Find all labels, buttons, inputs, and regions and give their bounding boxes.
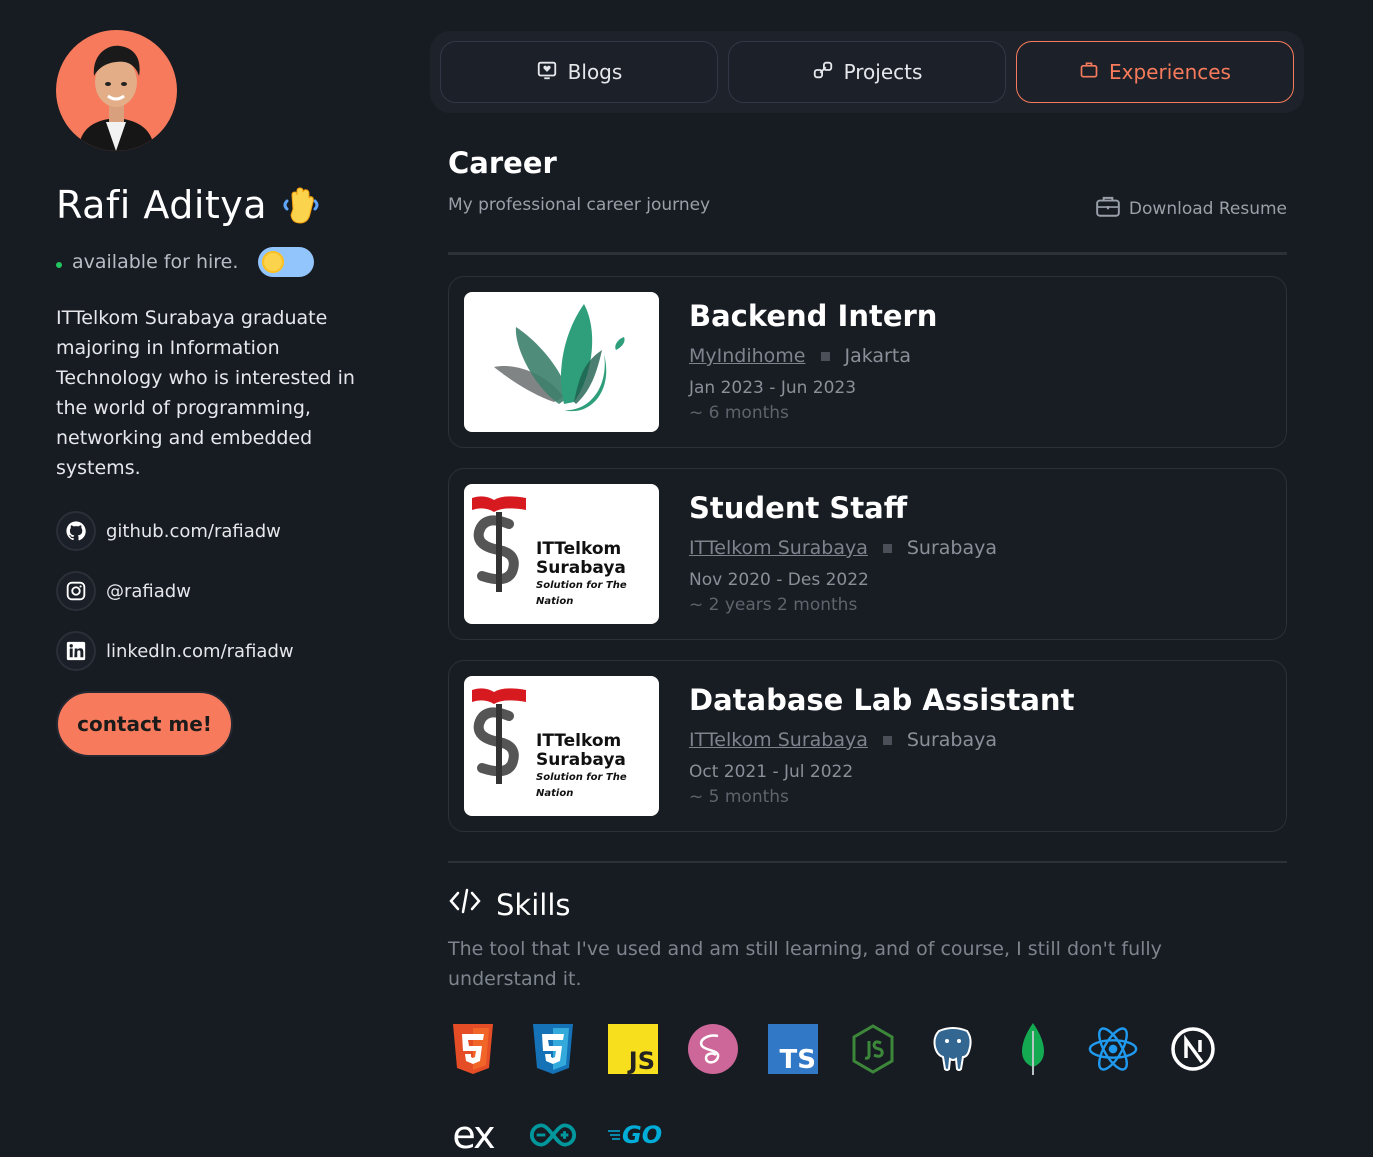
bio: ITTelkom Surabaya graduate majoring in I… bbox=[56, 307, 355, 479]
social-label: @rafiadw bbox=[106, 580, 191, 602]
postgresql-icon bbox=[928, 1024, 978, 1074]
sass-icon bbox=[688, 1024, 738, 1074]
skills-heading: Skills bbox=[448, 886, 570, 923]
contact-button[interactable]: contact me! bbox=[56, 691, 233, 757]
career-card: ITTelkom Surabaya Solution for The Natio… bbox=[448, 468, 1287, 640]
go-label: GO bbox=[622, 1121, 663, 1149]
waving-hand-icon bbox=[277, 181, 325, 229]
tab-blogs[interactable]: Blogs bbox=[440, 41, 718, 103]
career-subtitle: My professional career journey bbox=[448, 195, 711, 215]
mongodb-icon bbox=[1008, 1023, 1058, 1075]
section-tabs: Blogs Projects Experiences bbox=[430, 31, 1304, 113]
career-role: Backend Intern bbox=[689, 299, 938, 333]
briefcase-icon bbox=[1079, 60, 1099, 85]
typescript-icon: TS bbox=[768, 1024, 818, 1074]
divider bbox=[448, 252, 1287, 255]
career-dates: Nov 2020 - Des 2022 bbox=[689, 570, 869, 590]
css3-icon bbox=[528, 1024, 578, 1074]
myindihome-logo bbox=[464, 292, 659, 432]
social-link-instagram[interactable]: @rafiadw bbox=[56, 571, 376, 611]
go-icon: GO bbox=[608, 1110, 668, 1157]
availability-status: available for hire. bbox=[72, 251, 239, 273]
company-link[interactable]: ITTelkom Surabaya bbox=[689, 729, 868, 751]
nextjs-icon bbox=[1168, 1024, 1218, 1074]
tab-label: Blogs bbox=[567, 60, 623, 84]
social-links: github.com/rafiadw @rafiadw linkedIn.com… bbox=[56, 511, 376, 671]
divider bbox=[448, 861, 1287, 863]
social-label: github.com/rafiadw bbox=[106, 520, 281, 542]
social-link-github[interactable]: github.com/rafiadw bbox=[56, 511, 376, 551]
linkedin-icon bbox=[56, 631, 96, 671]
company-link[interactable]: ITTelkom Surabaya bbox=[689, 537, 868, 559]
instagram-icon bbox=[56, 571, 96, 611]
career-duration: ~ 5 months bbox=[689, 787, 789, 807]
separator bbox=[882, 543, 892, 553]
tab-projects[interactable]: Projects bbox=[728, 41, 1006, 103]
express-label: ex bbox=[452, 1113, 495, 1157]
profile-name: Rafi Aditya bbox=[56, 183, 268, 227]
avatar bbox=[56, 30, 177, 151]
download-resume-label: Download Resume bbox=[1128, 198, 1287, 219]
separator bbox=[820, 351, 830, 361]
social-label: linkedIn.com/rafiadw bbox=[106, 640, 294, 662]
career-dates: Jan 2023 - Jun 2023 bbox=[689, 378, 857, 398]
career-dates: Oct 2021 - Jul 2022 bbox=[689, 762, 854, 782]
profile-sidebar: Rafi Aditya available for hire. ITTelkom… bbox=[56, 30, 376, 757]
tab-experiences[interactable]: Experiences bbox=[1016, 41, 1294, 103]
javascript-label: JS bbox=[628, 1047, 655, 1075]
social-link-linkedin[interactable]: linkedIn.com/rafiadw bbox=[56, 631, 376, 671]
career-city: Surabaya bbox=[906, 729, 998, 751]
career-city: Surabaya bbox=[906, 537, 998, 559]
github-icon bbox=[56, 511, 96, 551]
career-title: Career bbox=[448, 146, 557, 180]
arduino-icon bbox=[528, 1110, 578, 1157]
sun-icon bbox=[262, 251, 285, 273]
javascript-icon: JS bbox=[608, 1024, 658, 1074]
logo-text: ITTelkom bbox=[536, 731, 622, 751]
link-icon bbox=[812, 59, 834, 86]
briefcase-icon bbox=[1095, 193, 1121, 224]
ittelkom-logo: ITTelkom Surabaya Solution for The Natio… bbox=[464, 676, 659, 816]
code-icon bbox=[448, 886, 482, 923]
company-link[interactable]: MyIndihome bbox=[689, 345, 806, 367]
blog-icon bbox=[536, 59, 558, 86]
career-role: Database Lab Assistant bbox=[689, 683, 1075, 717]
career-card: ITTelkom Surabaya Solution for The Natio… bbox=[448, 660, 1287, 832]
career-card: Backend Intern MyIndihome Jakarta Jan 20… bbox=[448, 276, 1287, 448]
nodejs-icon bbox=[848, 1024, 898, 1074]
career-city: Jakarta bbox=[844, 345, 911, 367]
career-duration: ~ 2 years 2 months bbox=[689, 595, 858, 615]
logo-tagline: Solution for The Nation bbox=[536, 772, 627, 799]
download-resume-link[interactable]: Download Resume bbox=[1095, 193, 1287, 224]
separator bbox=[882, 735, 892, 745]
tab-label: Experiences bbox=[1109, 60, 1231, 84]
career-duration: ~ 6 months bbox=[689, 403, 789, 423]
skills-subtitle: The tool that I've used and am still lea… bbox=[448, 938, 1162, 990]
logo-text: Surabaya bbox=[536, 750, 626, 770]
typescript-label: TS bbox=[779, 1045, 816, 1075]
logo-text: Surabaya bbox=[536, 558, 626, 578]
ittelkom-logo: ITTelkom Surabaya Solution for The Natio… bbox=[464, 484, 659, 624]
status-dot bbox=[56, 262, 62, 268]
theme-toggle[interactable] bbox=[258, 247, 315, 277]
react-icon bbox=[1088, 1024, 1138, 1074]
html5-icon bbox=[448, 1024, 498, 1074]
skills-title: Skills bbox=[496, 887, 571, 922]
logo-tagline: Solution for The Nation bbox=[536, 580, 627, 607]
tab-label: Projects bbox=[843, 60, 923, 84]
express-icon: ex bbox=[448, 1110, 498, 1157]
career-role: Student Staff bbox=[689, 491, 908, 525]
logo-text: ITTelkom bbox=[536, 539, 622, 559]
